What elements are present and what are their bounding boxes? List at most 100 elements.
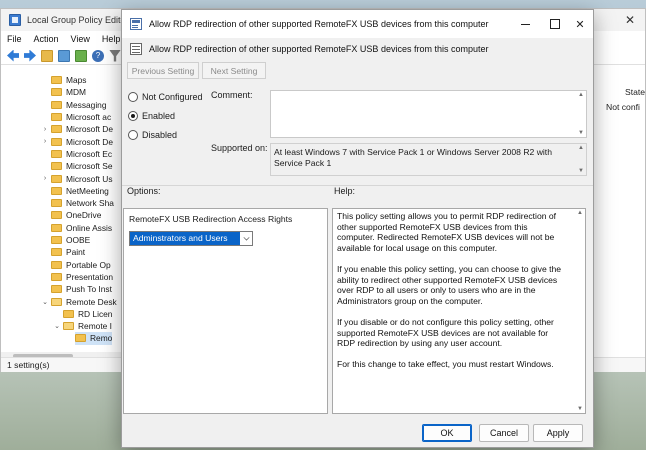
access-rights-selected-value: Adminstrators and Users: [130, 232, 240, 245]
help-scrollbar[interactable]: ▲ ▼: [576, 209, 585, 413]
tree-item[interactable]: Paint: [51, 246, 85, 258]
supported-scrollbar[interactable]: ▲ ▼: [577, 144, 586, 175]
help-pane: This policy setting allows you to permit…: [332, 208, 586, 414]
tree-item[interactable]: ⌄ Remote Desk: [41, 295, 117, 307]
menu-action[interactable]: Action: [28, 34, 65, 44]
tree-item[interactable]: › Microsoft De: [41, 123, 113, 135]
filter-icon[interactable]: [109, 49, 121, 62]
tree-item[interactable]: › Microsoft Us: [41, 172, 113, 184]
tree-item[interactable]: Messaging: [51, 99, 107, 111]
folder-icon: [51, 285, 62, 294]
supported-on-text: At least Windows 7 with Service Pack 1 o…: [274, 147, 552, 168]
tree-item-label: OOBE: [66, 235, 91, 246]
tree-item-label: RD Licen: [78, 308, 113, 319]
tree-item-label: Paint: [66, 247, 86, 258]
radio-enabled[interactable]: Enabled: [128, 111, 175, 121]
tree-item-label: Online Assis: [66, 222, 113, 233]
scroll-up-icon[interactable]: ▲: [578, 92, 584, 98]
menu-file[interactable]: File: [1, 34, 28, 44]
tree-item-label: Microsoft Se: [66, 161, 113, 172]
scroll-up-icon[interactable]: ▲: [578, 145, 584, 151]
radio-not-configured-circle[interactable]: [128, 92, 138, 102]
tree-item[interactable]: Online Assis: [51, 222, 112, 234]
radio-enabled-circle[interactable]: [128, 111, 138, 121]
scroll-down-icon[interactable]: ▼: [578, 130, 584, 136]
folder-icon: [51, 76, 62, 85]
status-text: 1 setting(s): [7, 360, 50, 370]
tree-item-label: Remote I: [78, 321, 112, 332]
apply-button[interactable]: Apply: [533, 424, 583, 442]
folder-icon: [63, 309, 74, 318]
radio-not-configured[interactable]: Not Configured: [128, 92, 203, 102]
tree-item[interactable]: NetMeeting: [51, 185, 109, 197]
tree-item-label: Maps: [66, 75, 87, 86]
tree-item[interactable]: Network Sha: [51, 197, 114, 209]
tree-item[interactable]: OneDrive: [51, 209, 101, 221]
radio-disabled-circle[interactable]: [128, 130, 138, 140]
comment-textarea[interactable]: ▲ ▼: [270, 90, 587, 138]
chevron-down-icon[interactable]: [243, 234, 250, 241]
folder-icon: [51, 149, 62, 158]
folder-icon: [51, 100, 62, 109]
tree-item[interactable]: › Microsoft De: [41, 136, 113, 148]
policy-setting-dialog: Allow RDP redirection of other supported…: [121, 9, 594, 448]
option-title: RemoteFX USB Redirection Access Rights: [129, 214, 293, 224]
close-icon[interactable]: ✕: [625, 13, 635, 27]
radio-disabled[interactable]: Disabled: [128, 130, 177, 140]
policy-setting-icon: [130, 43, 142, 55]
help-text: This policy setting allows you to permit…: [337, 211, 567, 381]
tree-item-label: Push To Inst: [66, 284, 112, 295]
close-button[interactable]: ✕: [565, 10, 595, 38]
tree-item[interactable]: ⌄ Remote I: [53, 320, 112, 332]
folder-icon: [51, 248, 62, 257]
up-folder-icon[interactable]: [41, 49, 53, 62]
tree-item-label: Microsoft ac: [66, 112, 112, 123]
scroll-down-icon[interactable]: ▼: [577, 406, 583, 412]
previous-setting-button[interactable]: Previous Setting: [127, 62, 199, 79]
minimize-button[interactable]: [510, 10, 540, 38]
tree-item[interactable]: Maps: [51, 74, 86, 86]
help-paragraph: This policy setting allows you to permit…: [337, 211, 557, 253]
forward-arrow-icon[interactable]: [24, 49, 36, 62]
next-setting-button[interactable]: Next Setting: [202, 62, 266, 79]
tree-item[interactable]: Portable Op: [51, 259, 111, 271]
state-column-header[interactable]: State: [625, 87, 645, 97]
tree-item-label: Remote Desk: [66, 296, 117, 307]
scroll-up-icon[interactable]: ▲: [577, 210, 583, 216]
tree-item[interactable]: Remo: [75, 332, 113, 345]
options-label: Options:: [127, 186, 161, 196]
show-hide-tree-icon[interactable]: [58, 49, 70, 62]
tree-item[interactable]: Microsoft Ec: [51, 148, 112, 160]
folder-icon: [51, 211, 62, 220]
help-paragraph: If you disable or do not configure this …: [337, 316, 554, 349]
tree-item[interactable]: MDM: [51, 86, 86, 98]
cancel-button[interactable]: Cancel: [479, 424, 529, 442]
back-arrow-icon[interactable]: [7, 49, 19, 62]
options-pane: RemoteFX USB Redirection Access Rights A…: [123, 208, 328, 414]
export-list-icon[interactable]: [75, 49, 87, 62]
chevron-right-icon[interactable]: ›: [41, 126, 49, 133]
tree-item-label: Remo: [90, 333, 113, 344]
chevron-right-icon[interactable]: ›: [41, 175, 49, 182]
help-icon[interactable]: ?: [92, 49, 104, 62]
tree-item[interactable]: OOBE: [51, 234, 90, 246]
access-rights-dropdown[interactable]: Adminstrators and Users: [129, 231, 253, 246]
policy-icon: [130, 18, 142, 30]
chevron-right-icon[interactable]: ›: [41, 138, 49, 145]
background-window-title: Local Group Policy Editor: [27, 15, 129, 25]
tree-item[interactable]: Push To Inst: [51, 283, 112, 295]
chevron-down-icon[interactable]: ⌄: [41, 298, 49, 306]
tree-item[interactable]: Presentation: [51, 271, 113, 283]
scroll-down-icon[interactable]: ▼: [578, 168, 584, 174]
comment-scrollbar[interactable]: ▲ ▼: [577, 91, 586, 137]
radio-enabled-label: Enabled: [142, 111, 176, 121]
ok-button[interactable]: OK: [422, 424, 472, 442]
folder-icon: [51, 260, 62, 269]
tree-item[interactable]: RD Licen: [63, 308, 112, 320]
help-paragraph: For this change to take effect, you must…: [337, 359, 554, 370]
tree-item[interactable]: Microsoft Se: [51, 160, 113, 172]
tree-item[interactable]: Microsoft ac: [51, 111, 111, 123]
chevron-down-icon[interactable]: ⌄: [53, 322, 61, 330]
tree-item-label: Network Sha: [66, 198, 114, 209]
menu-view[interactable]: View: [65, 34, 96, 44]
